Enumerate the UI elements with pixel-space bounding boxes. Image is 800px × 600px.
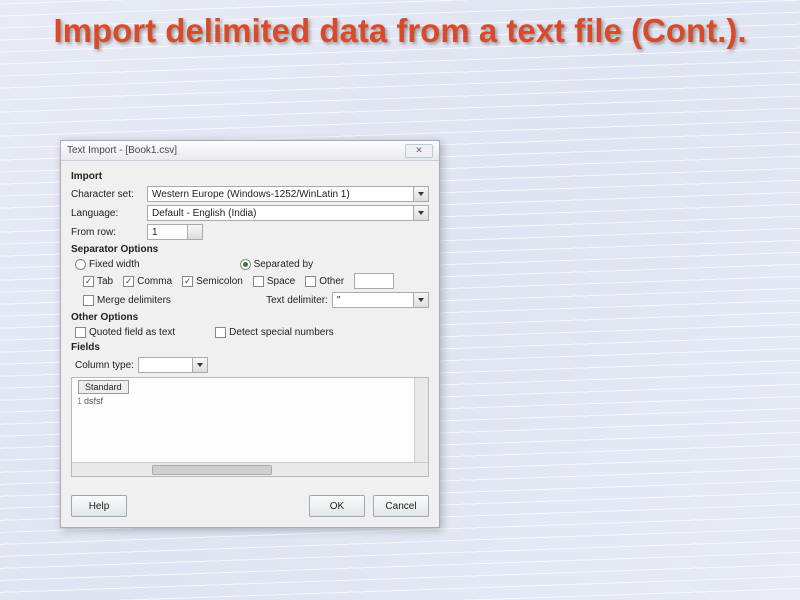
import-heading: Import bbox=[71, 171, 429, 182]
column-type-combo[interactable] bbox=[138, 357, 208, 373]
from-row-label: From row: bbox=[71, 227, 143, 238]
fields-preview[interactable]: Standard 1 dsfsf bbox=[71, 377, 429, 477]
language-value: Default - English (India) bbox=[152, 208, 257, 219]
column-type-label: Column type: bbox=[75, 360, 134, 371]
slide-title: Import delimited data from a text file (… bbox=[0, 0, 800, 58]
horizontal-scrollbar[interactable] bbox=[72, 462, 428, 476]
text-import-dialog: Text Import - [Book1.csv] ✕ Import Chara… bbox=[60, 140, 440, 528]
text-delimiter-combo[interactable]: " bbox=[332, 292, 429, 308]
other-checkbox[interactable]: Other bbox=[305, 276, 344, 287]
charset-combo[interactable]: Western Europe (Windows-1252/WinLatin 1) bbox=[147, 186, 429, 202]
window-title: Text Import - [Book1.csv] bbox=[67, 145, 177, 156]
spin-down-icon[interactable]: ▼ bbox=[188, 232, 202, 239]
comma-checkbox[interactable]: Comma bbox=[123, 276, 172, 287]
preview-row: 1 dsfsf bbox=[74, 396, 103, 406]
charset-label: Character set: bbox=[71, 189, 143, 200]
language-combo[interactable]: Default - English (India) bbox=[147, 205, 429, 221]
other-options-heading: Other Options bbox=[71, 312, 429, 323]
from-row-spinner[interactable]: 1 ▲▼ bbox=[147, 224, 203, 240]
text-delimiter-label: Text delimiter: bbox=[266, 295, 328, 306]
separated-by-radio[interactable]: Separated by bbox=[240, 259, 314, 270]
from-row-value: 1 bbox=[152, 227, 158, 238]
close-icon[interactable]: ✕ bbox=[405, 144, 433, 158]
chevron-down-icon bbox=[197, 363, 203, 367]
detect-numbers-checkbox[interactable]: Detect special numbers bbox=[215, 327, 334, 338]
scrollbar-thumb[interactable] bbox=[152, 465, 272, 475]
tab-checkbox[interactable]: Tab bbox=[83, 276, 113, 287]
semicolon-checkbox[interactable]: Semicolon bbox=[182, 276, 243, 287]
text-delimiter-value: " bbox=[337, 295, 341, 306]
help-button[interactable]: Help bbox=[71, 495, 127, 517]
separator-heading: Separator Options bbox=[71, 244, 429, 255]
vertical-scrollbar[interactable] bbox=[414, 378, 428, 462]
ok-button[interactable]: OK bbox=[309, 495, 365, 517]
other-input[interactable] bbox=[354, 273, 394, 289]
spin-up-icon[interactable]: ▲ bbox=[188, 225, 202, 232]
language-label: Language: bbox=[71, 208, 143, 219]
preview-column-header[interactable]: Standard bbox=[78, 380, 129, 394]
chevron-down-icon bbox=[418, 211, 424, 215]
charset-value: Western Europe (Windows-1252/WinLatin 1) bbox=[152, 189, 350, 200]
chevron-down-icon bbox=[418, 298, 424, 302]
cancel-button[interactable]: Cancel bbox=[373, 495, 429, 517]
space-checkbox[interactable]: Space bbox=[253, 276, 295, 287]
chevron-down-icon bbox=[418, 192, 424, 196]
fields-heading: Fields bbox=[71, 342, 429, 353]
fixed-width-radio[interactable]: Fixed width bbox=[75, 259, 140, 270]
quoted-field-checkbox[interactable]: Quoted field as text bbox=[75, 327, 175, 338]
titlebar: Text Import - [Book1.csv] ✕ bbox=[61, 141, 439, 161]
merge-delimiters-checkbox[interactable]: Merge delimiters bbox=[83, 295, 171, 306]
